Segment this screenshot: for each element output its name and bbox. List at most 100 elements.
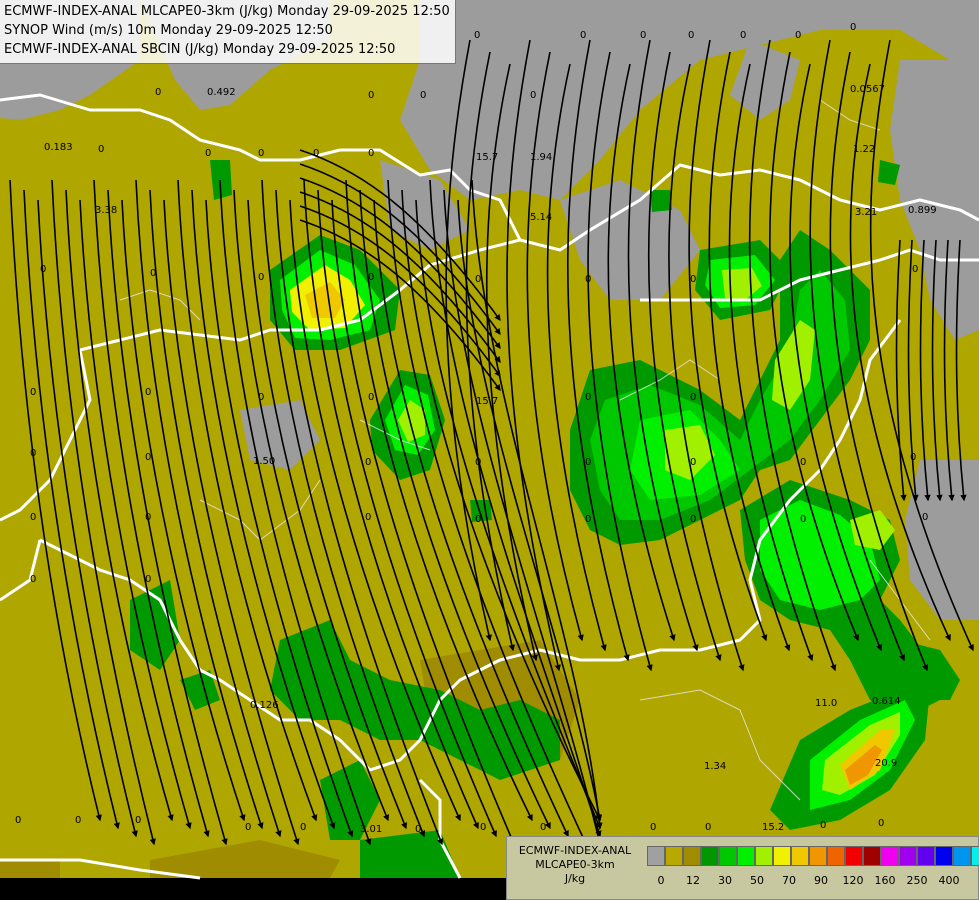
map-value-label: 0	[922, 512, 928, 523]
map-value-label: 1.50	[253, 456, 275, 467]
legend-swatch	[683, 846, 701, 866]
legend-swatch	[971, 846, 979, 866]
legend-swatch	[791, 846, 809, 866]
legend-swatch	[665, 846, 683, 866]
map-value-label: 0	[15, 815, 21, 826]
map-value-label: 15.7	[476, 152, 498, 163]
legend-tick-label: 160	[874, 874, 896, 887]
map-value-label: 0	[368, 272, 374, 283]
map-value-label: 0	[313, 148, 319, 159]
map-value-label: 0	[540, 822, 546, 833]
map-value-label: 1.34	[704, 761, 726, 772]
map-value-label: 0	[800, 457, 806, 468]
header-line-cin: ECMWF-INDEX-ANAL SBCIN (J/kg) Monday 29-…	[4, 42, 396, 57]
legend-tick-label: 30	[718, 874, 732, 887]
map-value-label: 0	[650, 822, 656, 833]
map-value-label: 0	[145, 387, 151, 398]
map-value-label: 0	[688, 30, 694, 41]
map-value-label: 15.7	[476, 396, 498, 407]
map-value-label: 0	[878, 818, 884, 829]
map-value-label: 0	[420, 90, 426, 101]
legend-tick-label: 70	[782, 874, 796, 887]
map-value-label: 0	[245, 822, 251, 833]
map-value-label: 0	[690, 514, 696, 525]
map-value-label: 0	[585, 457, 591, 468]
map-value-label: 0	[40, 264, 46, 275]
map-header: ECMWF-INDEX-ANAL MLCAPE0-3km (J/kg) Mond…	[0, 0, 456, 64]
map-value-label: 0	[595, 822, 601, 833]
legend-tick-label: 50	[750, 874, 764, 887]
header-line-wind: SYNOP Wind (m/s) 10m Monday 29-09-2025 1…	[4, 23, 333, 38]
map-value-label: 0	[145, 512, 151, 523]
legend-swatches	[647, 846, 979, 866]
map-value-label: 0	[300, 822, 306, 833]
map-value-label: 1.94	[530, 152, 552, 163]
legend-swatch	[953, 846, 971, 866]
map-value-label: 0	[740, 30, 746, 41]
map-value-label: 0	[912, 264, 918, 275]
map-value-label: 0	[820, 820, 826, 831]
map-value-label: 0	[150, 268, 156, 279]
map-value-label: 0.126	[250, 700, 279, 711]
legend-tick-label: 120	[842, 874, 864, 887]
legend-swatch	[899, 846, 917, 866]
map-value-label: 3.38	[95, 205, 117, 216]
map-value-label: 0	[365, 457, 371, 468]
map-value-label: 0	[258, 392, 264, 403]
map-value-label: 0.183	[44, 142, 73, 153]
legend-swatch	[881, 846, 899, 866]
map-value-label: 0	[690, 274, 696, 285]
legend-swatch	[809, 846, 827, 866]
map-value-label: 0.0567	[850, 84, 885, 95]
map-value-label: 0	[530, 90, 536, 101]
map-value-label: 0.614	[872, 696, 901, 707]
legend-swatch	[755, 846, 773, 866]
legend-title-param: MLCAPE0-3km	[535, 858, 615, 871]
map-value-label: 5.14	[530, 212, 552, 223]
legend-swatch	[917, 846, 935, 866]
legend-tick-label: 0	[657, 874, 665, 887]
legend-swatch	[845, 846, 863, 866]
map-value-label: 1.22	[853, 144, 875, 155]
map-value-label: 0	[475, 514, 481, 525]
weather-map: 0 0 0 0 0 0 0 0 0 0 0.492 0.183 0 0 0 0 0 0 15.7 1.94 0.0567…	[0, 0, 979, 900]
map-value-label: 0	[415, 824, 421, 835]
map-value-label: 0	[205, 148, 211, 159]
legend-swatch	[647, 846, 665, 866]
map-value-label: 0	[30, 448, 36, 459]
map-value-label: 0	[475, 457, 481, 468]
map-value-label: 0	[258, 272, 264, 283]
legend-unit: J/kg	[564, 872, 586, 885]
legend-swatch	[719, 846, 737, 866]
map-value-label: 0.899	[908, 205, 937, 216]
map-value-label: 0	[480, 822, 486, 833]
map-value-label: 0	[475, 274, 481, 285]
map-value-label: 0	[258, 148, 264, 159]
map-value-label: 0	[368, 392, 374, 403]
map-value-label: 0	[474, 30, 480, 41]
map-value-label: 0.492	[207, 87, 236, 98]
map-value-label: 0	[585, 514, 591, 525]
legend-swatch	[935, 846, 953, 866]
map-value-label: 0	[155, 87, 161, 98]
map-value-label: 0	[640, 30, 646, 41]
legend-tick-label: 250	[906, 874, 928, 887]
map-value-label: 0	[145, 452, 151, 463]
map-value-label: 0	[585, 392, 591, 403]
map-value-label: 0	[135, 815, 141, 826]
map-value-label: 0	[705, 822, 711, 833]
legend-swatch	[827, 846, 845, 866]
map-value-label: 0	[580, 30, 586, 41]
map-value-label: 0	[910, 452, 916, 463]
header-line-cape: ECMWF-INDEX-ANAL MLCAPE0-3km (J/kg) Mond…	[4, 4, 450, 19]
legend-tick-label: 400	[938, 874, 960, 887]
map-value-label: 15.2	[762, 822, 784, 833]
map-value-label: 11.0	[815, 698, 837, 709]
map-value-label: 0	[800, 514, 806, 525]
map-value-label: 0	[585, 274, 591, 285]
map-value-label: 0	[368, 148, 374, 159]
map-value-label: 0	[75, 815, 81, 826]
legend-tick-label: 90	[814, 874, 828, 887]
legend-title: ECMWF-INDEX-ANAL MLCAPE0-3km J/kg	[511, 844, 639, 886]
map-value-label: 0	[145, 574, 151, 585]
